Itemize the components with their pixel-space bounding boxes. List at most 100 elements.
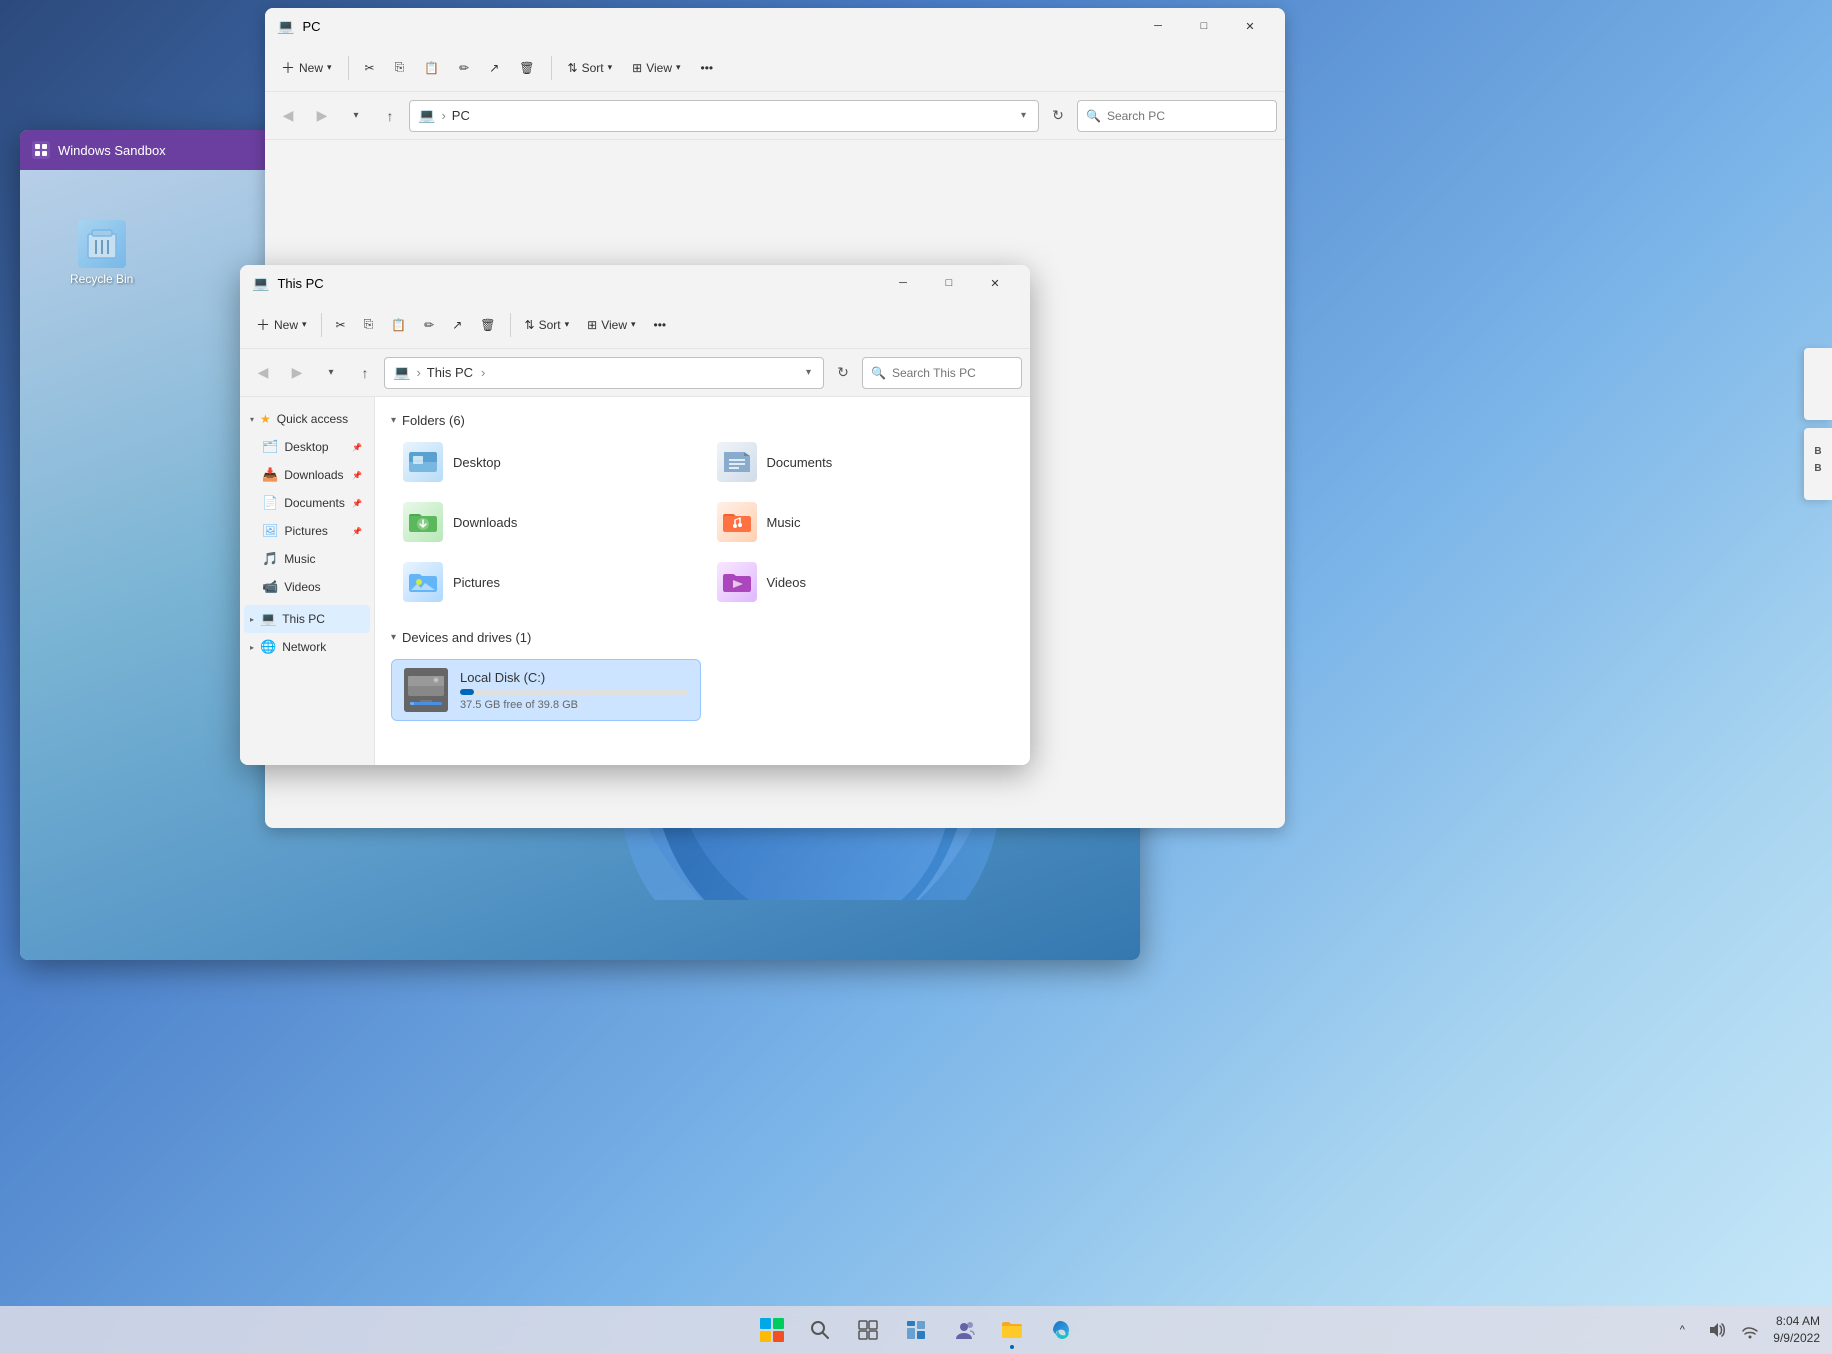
drive-c-bar xyxy=(460,689,474,695)
network-tray-button[interactable] xyxy=(1735,1315,1765,1345)
folder-item-pictures[interactable]: Pictures xyxy=(391,554,701,610)
bg-delete-button[interactable]: 🗑 xyxy=(511,50,542,86)
bg-address-folder-icon: 💻 xyxy=(418,107,435,124)
partial-b-label-1: B xyxy=(1814,446,1821,457)
bg-recent-button[interactable]: ▾ xyxy=(341,101,371,131)
desktop-icon xyxy=(403,442,443,482)
more-button[interactable]: ••• xyxy=(646,307,675,343)
bg-maximize-button[interactable]: □ xyxy=(1181,8,1227,44)
bg-address-box[interactable]: 💻 › PC ▾ xyxy=(409,100,1039,132)
search-taskbar-icon xyxy=(810,1320,830,1340)
new-icon: ＋ xyxy=(256,315,270,335)
bg-forward-button[interactable]: ▶ xyxy=(307,101,337,131)
folder-item-videos[interactable]: Videos xyxy=(705,554,1015,610)
taskbar-clock[interactable]: 8:04 AM 9/9/2022 xyxy=(1773,1313,1820,1347)
bg-new-button[interactable]: ＋ New ▾ xyxy=(273,50,340,86)
desktop-pin-icon: 📌 xyxy=(352,443,362,452)
share-button[interactable]: ↗ xyxy=(444,307,470,343)
bg-search-box[interactable]: 🔍 xyxy=(1077,100,1277,132)
paste-button[interactable]: 📋 xyxy=(383,307,414,343)
bg-cut-button[interactable]: ✂ xyxy=(357,50,383,86)
bg-back-button[interactable]: ◀ xyxy=(273,101,303,131)
explorer-toolbar: ＋ New ▾ ✂ ⎘ 📋 ✏ ↗ 🗑 ⇅ Sort ▾ ⊞ View ▾ ••… xyxy=(240,301,1030,349)
address-box[interactable]: 💻 › This PC › ▾ xyxy=(384,357,824,389)
sort-button[interactable]: ⇅ Sort ▾ xyxy=(517,307,578,343)
drives-chevron-icon: ▾ xyxy=(391,632,396,643)
bg-search-input[interactable] xyxy=(1107,109,1268,123)
recycle-bin-icon[interactable]: Recycle Bin xyxy=(70,220,133,286)
bg-rename-button[interactable]: ✏ xyxy=(451,50,477,86)
start-button[interactable] xyxy=(750,1308,794,1352)
search-input[interactable] xyxy=(892,366,1013,380)
drives-section-label: Devices and drives (1) xyxy=(402,630,531,645)
sidebar-item-network[interactable]: ▸ 🌐 Network xyxy=(244,633,370,661)
sidebar-item-pictures[interactable]: 🖼 Pictures 📌 xyxy=(244,517,370,545)
main-file-explorer: 💻 This PC ─ □ ✕ ＋ New ▾ ✂ ⎘ 📋 ✏ ↗ 🗑 ⇅ So… xyxy=(240,265,1030,765)
folder-item-downloads[interactable]: Downloads xyxy=(391,494,701,550)
sidebar-item-music[interactable]: 🎵 Music xyxy=(244,545,370,573)
toolbar-divider-4 xyxy=(510,313,511,337)
bg-address-path: PC xyxy=(452,108,470,123)
explorer-maximize-button[interactable]: □ xyxy=(926,265,972,301)
bg-up-button[interactable]: ↑ xyxy=(375,101,405,131)
recent-locations-button[interactable]: ▾ xyxy=(316,358,346,388)
folder-item-music[interactable]: Music xyxy=(705,494,1015,550)
bg-copy-button[interactable]: ⎘ xyxy=(387,50,413,86)
new-button[interactable]: ＋ New ▾ xyxy=(248,307,315,343)
widgets-button[interactable] xyxy=(894,1308,938,1352)
address-chevron-icon[interactable]: ▾ xyxy=(802,363,815,382)
sidebar-item-documents[interactable]: 📄 Documents 📌 xyxy=(244,489,370,517)
back-button[interactable]: ◀ xyxy=(248,358,278,388)
downloads-folder-icon: 📥 xyxy=(262,467,278,483)
videos-icon xyxy=(717,562,757,602)
bg-address-separator: › xyxy=(441,108,445,123)
up-button[interactable]: ↑ xyxy=(350,358,380,388)
teams-button[interactable] xyxy=(942,1308,986,1352)
taskbar-system-tray: ^ 8:04 AM 9/9/2022 xyxy=(1667,1313,1820,1347)
sidebar-item-videos[interactable]: 📹 Videos xyxy=(244,573,370,601)
forward-button[interactable]: ▶ xyxy=(282,358,312,388)
music-folder-icon: 🎵 xyxy=(262,551,278,567)
view-button[interactable]: ⊞ View ▾ xyxy=(579,307,643,343)
rename-button[interactable]: ✏ xyxy=(416,307,442,343)
speaker-button[interactable] xyxy=(1701,1315,1731,1345)
system-tray-icons: ^ xyxy=(1667,1315,1765,1345)
bg-close-button[interactable]: ✕ xyxy=(1227,8,1273,44)
downloads-icon xyxy=(403,502,443,542)
share-btn-icon: ↗ xyxy=(452,318,462,332)
bg-address-chevron[interactable]: ▾ xyxy=(1017,106,1030,125)
refresh-button[interactable]: ↻ xyxy=(828,358,858,388)
explorer-close-button[interactable]: ✕ xyxy=(972,265,1018,301)
bg-sort-button[interactable]: ⇅ Sort ▾ xyxy=(560,50,621,86)
edge-button[interactable] xyxy=(1038,1308,1082,1352)
explorer-minimize-button[interactable]: ─ xyxy=(880,265,926,301)
file-explorer-button[interactable] xyxy=(990,1308,1034,1352)
folder-item-desktop[interactable]: Desktop xyxy=(391,434,701,490)
cut-button[interactable]: ✂ xyxy=(328,307,354,343)
copy-button[interactable]: ⎘ xyxy=(356,307,382,343)
delete-button[interactable]: 🗑 xyxy=(472,307,503,343)
tray-chevron-button[interactable]: ^ xyxy=(1667,1315,1697,1345)
bg-view-button[interactable]: ⊞ View ▾ xyxy=(624,50,688,86)
search-button[interactable] xyxy=(798,1308,842,1352)
quick-access-header[interactable]: ▾ ★ Quick access xyxy=(244,405,370,433)
bg-more-button[interactable]: ••• xyxy=(693,50,722,86)
task-view-button[interactable] xyxy=(846,1308,890,1352)
bg-minimize-button[interactable]: ─ xyxy=(1135,8,1181,44)
bg-refresh-button[interactable]: ↻ xyxy=(1043,101,1073,131)
drive-item-c[interactable]: Local Disk (C:) 37.5 GB free of 39.8 GB xyxy=(391,659,701,721)
sidebar-item-downloads[interactable]: 📥 Downloads 📌 xyxy=(244,461,370,489)
bg-paste-button[interactable]: 📋 xyxy=(416,50,447,86)
sidebar-desktop-label: Desktop xyxy=(285,440,347,454)
recycle-bin-label: Recycle Bin xyxy=(70,272,133,286)
sidebar-item-this-pc[interactable]: ▸ 💻 This PC xyxy=(244,605,370,633)
search-box[interactable]: 🔍 xyxy=(862,357,1022,389)
folder-item-documents[interactable]: Documents xyxy=(705,434,1015,490)
new-chevron-icon: ▾ xyxy=(302,319,307,330)
windows-logo-icon xyxy=(760,1318,784,1342)
bg-share-button[interactable]: ↗ xyxy=(481,50,507,86)
copy-btn-icon: ⎘ xyxy=(364,317,374,332)
folders-section-header[interactable]: ▾ Folders (6) xyxy=(391,405,1014,434)
drives-section-header[interactable]: ▾ Devices and drives (1) xyxy=(391,622,1014,651)
sidebar-item-desktop[interactable]: 🗂 Desktop 📌 xyxy=(244,433,370,461)
